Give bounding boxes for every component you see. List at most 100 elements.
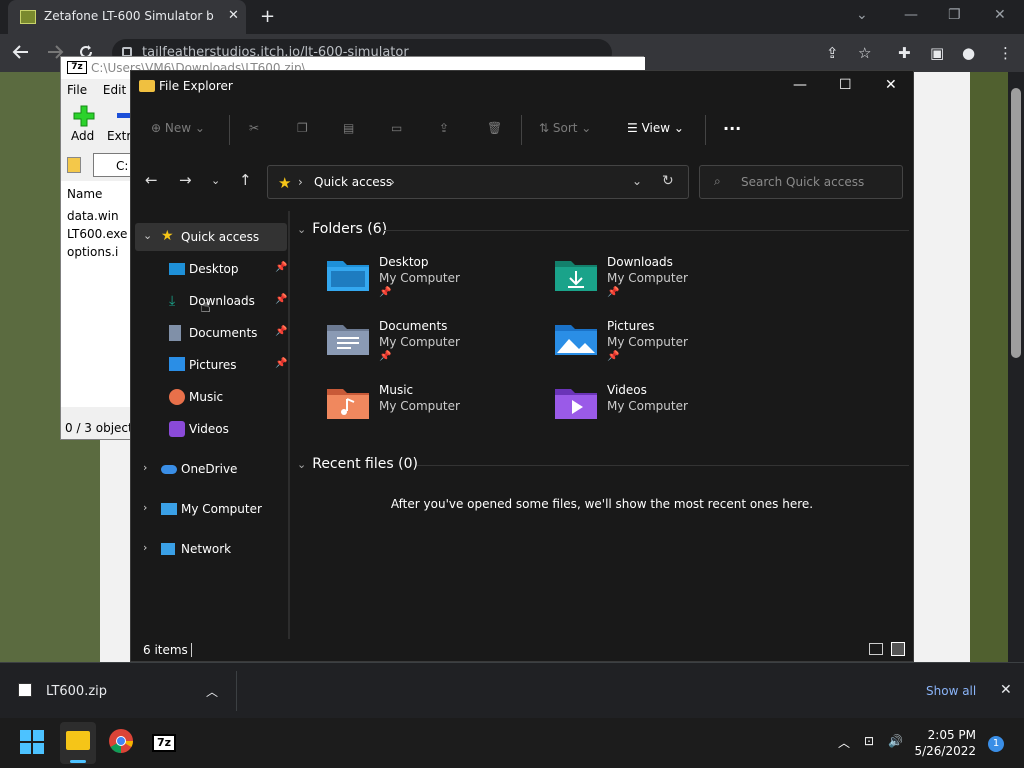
sidebar-item-documents[interactable]: Documents 📌 xyxy=(135,319,287,347)
refresh-icon[interactable]: ↻ xyxy=(662,173,674,189)
file-item[interactable]: options.i xyxy=(67,245,118,259)
sort-button[interactable]: ⇅ Sort ⌄ xyxy=(539,121,591,135)
side-panel-icon[interactable]: ▣ xyxy=(930,44,944,62)
back-arrow-icon[interactable] xyxy=(12,44,30,60)
minimize-button[interactable]: — xyxy=(904,7,918,23)
sidebar-label: Network xyxy=(181,542,232,556)
clock-date[interactable]: 5/26/2022 xyxy=(912,744,976,758)
sidebar-item-downloads[interactable]: ⤓ Downloads 📌 xyxy=(135,287,287,315)
show-hidden-icons-chevron-icon[interactable]: ︿ xyxy=(838,734,850,751)
notification-badge[interactable]: 1 xyxy=(988,736,1004,752)
expand-chevron-icon[interactable]: › xyxy=(143,461,147,474)
sidebar-item-network[interactable]: › Network xyxy=(135,535,287,563)
sidebar-item-videos[interactable]: Videos xyxy=(135,415,287,443)
sort-label: Sort xyxy=(552,121,578,135)
tab-search-icon[interactable]: ⌄ xyxy=(856,7,868,23)
folder-tile-downloads[interactable]: Downloads My Computer 📌 xyxy=(555,255,775,315)
sidebar-item-pictures[interactable]: Pictures 📌 xyxy=(135,351,287,379)
file-item[interactable]: LT600.exe xyxy=(67,227,127,241)
pin-icon[interactable]: 📌 xyxy=(275,326,287,337)
address-dropdown-icon[interactable]: ⌄ xyxy=(632,174,642,188)
browser-tab[interactable]: Zetafone LT-600 Simulator by Tai ✕ xyxy=(8,0,246,34)
sidebar-item-music[interactable]: Music xyxy=(135,383,287,411)
clock-time[interactable]: 2:05 PM xyxy=(920,728,976,742)
chrome-icon[interactable] xyxy=(108,728,138,758)
folder-tile-desktop[interactable]: Desktop My Computer 📌 xyxy=(327,255,547,315)
volume-icon[interactable]: 🔊 xyxy=(888,734,903,748)
pane-divider[interactable] xyxy=(288,211,290,639)
folder-name: Desktop xyxy=(379,255,429,269)
folder-tile-pictures[interactable]: Pictures My Computer 📌 xyxy=(555,319,775,379)
sidebar-item-quick-access[interactable]: ⌄ ★ Quick access xyxy=(135,223,287,251)
back-arrow-icon[interactable]: ← xyxy=(145,171,158,189)
folders-group-header[interactable]: ⌄ Folders (6) xyxy=(297,221,387,237)
share-icon[interactable]: ⇪ xyxy=(826,44,839,62)
column-name-header[interactable]: Name xyxy=(67,187,102,201)
file-explorer-taskbar-button[interactable] xyxy=(60,722,96,764)
new-tab-button[interactable]: + xyxy=(260,6,275,27)
folder-tile-videos[interactable]: Videos My Computer xyxy=(555,383,775,443)
add-button-label[interactable]: Add xyxy=(71,129,94,143)
search-box[interactable]: ⌕ Search Quick access xyxy=(699,165,903,199)
details-view-icon[interactable] xyxy=(869,643,883,655)
sidebar-item-desktop[interactable]: Desktop 📌 xyxy=(135,255,287,283)
folder-tile-music[interactable]: Music My Computer xyxy=(327,383,547,443)
breadcrumb-chevron-icon[interactable]: › xyxy=(390,175,395,189)
collapse-chevron-icon[interactable]: ⌄ xyxy=(297,458,306,471)
add-plus-icon[interactable] xyxy=(73,105,95,127)
file-item[interactable]: data.win xyxy=(67,209,119,223)
copy-icon[interactable]: ❐ xyxy=(297,121,308,135)
download-options-chevron-icon[interactable]: ︿ xyxy=(206,683,218,700)
recent-locations-chevron-icon[interactable]: ⌄ xyxy=(211,174,220,187)
share-icon[interactable]: ⇪ xyxy=(439,121,449,135)
collapse-chevron-icon[interactable]: ⌄ xyxy=(297,223,306,236)
bookmark-star-icon[interactable]: ☆ xyxy=(858,44,871,62)
recent-files-group-header[interactable]: ⌄ Recent files (0) xyxy=(297,456,418,472)
delete-icon[interactable]: 🗑 xyxy=(487,121,502,135)
7zip-taskbar-icon[interactable]: 7z xyxy=(152,734,176,752)
minimize-button[interactable]: — xyxy=(793,77,807,93)
folder-name: Pictures xyxy=(607,319,655,333)
close-tab-icon[interactable]: ✕ xyxy=(228,8,239,23)
breadcrumb-chevron-icon[interactable]: › xyxy=(298,175,303,189)
folder-tile-documents[interactable]: Documents My Computer 📌 xyxy=(327,319,547,379)
expand-chevron-icon[interactable]: › xyxy=(143,541,147,554)
tiles-view-icon[interactable] xyxy=(891,642,905,656)
more-options-icon[interactable]: ... xyxy=(723,115,741,134)
windows-start-icon[interactable] xyxy=(18,728,48,758)
expand-chevron-icon[interactable]: › xyxy=(143,501,147,514)
address-location[interactable]: Quick access xyxy=(314,175,392,189)
new-button[interactable]: ⊕ New ⌄ xyxy=(151,121,205,135)
close-downloads-bar-icon[interactable]: ✕ xyxy=(1000,682,1012,698)
rename-icon[interactable]: ▭ xyxy=(391,121,402,135)
collapse-chevron-icon[interactable]: ⌄ xyxy=(143,229,152,242)
pin-icon[interactable]: 📌 xyxy=(275,262,287,273)
cloud-icon xyxy=(161,465,177,474)
sidebar-item-my-computer[interactable]: › My Computer xyxy=(135,495,287,523)
sidebar-item-onedrive[interactable]: › OneDrive xyxy=(135,455,287,483)
chrome-menu-icon[interactable]: ⋮ xyxy=(998,44,1013,62)
view-button[interactable]: ☰ View ⌄ xyxy=(627,121,684,135)
pin-icon[interactable]: 📌 xyxy=(275,294,287,305)
scrollbar-thumb[interactable] xyxy=(1011,88,1021,358)
cut-icon[interactable]: ✂ xyxy=(249,121,259,135)
menu-edit[interactable]: Edit xyxy=(103,83,126,97)
music-folder-icon xyxy=(327,389,369,419)
download-item[interactable]: LT600.zip xyxy=(18,683,107,699)
paste-icon[interactable]: ▤ xyxy=(343,121,354,135)
menu-file[interactable]: File xyxy=(67,83,87,97)
show-all-link[interactable]: Show all xyxy=(926,684,976,698)
address-bar[interactable]: ★ › Quick access › ⌄ ↻ xyxy=(267,165,689,199)
extensions-icon[interactable]: ✚ xyxy=(898,44,911,62)
profile-icon[interactable]: ● xyxy=(962,44,975,62)
up-arrow-icon[interactable]: ↑ xyxy=(239,171,252,189)
forward-arrow-icon[interactable]: → xyxy=(179,171,192,189)
network-icon[interactable]: ⊡ xyxy=(864,734,874,748)
close-window-button[interactable]: ✕ xyxy=(994,7,1006,23)
maximize-button[interactable]: ☐ xyxy=(839,77,852,93)
search-placeholder: Search Quick access xyxy=(741,175,865,189)
pin-icon[interactable]: 📌 xyxy=(275,358,287,369)
close-button[interactable]: ✕ xyxy=(885,77,897,93)
restore-button[interactable]: ❐ xyxy=(948,7,961,23)
up-folder-icon[interactable] xyxy=(67,157,81,173)
